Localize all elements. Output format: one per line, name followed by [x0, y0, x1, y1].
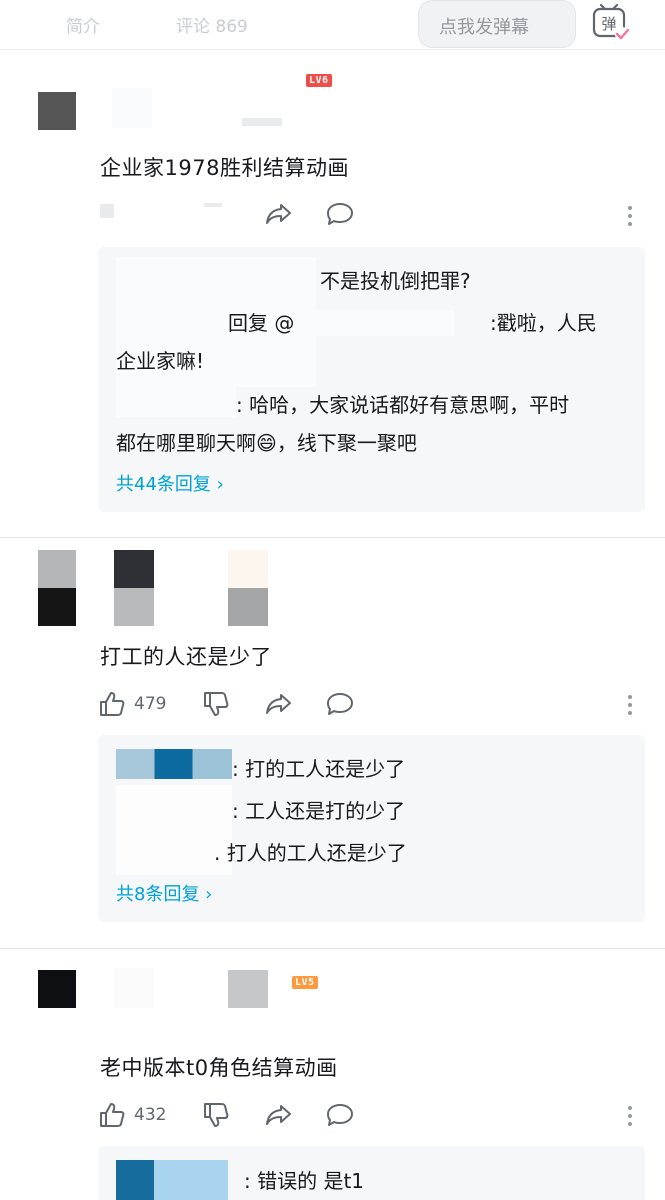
more-vertical-icon: [628, 695, 632, 715]
comment-text: 企业家1978胜利结算动画: [100, 156, 349, 180]
reply-line[interactable]: 都在哪里聊天啊😄，线下聚一聚吧: [116, 428, 417, 458]
reply-preview-box: : 打的工人还是少了 : 工人还是打的少了 . 打人的工人还是少了 共8条回复 …: [98, 735, 645, 922]
dislike-button[interactable]: [202, 1101, 230, 1129]
tab-jianjie[interactable]: 简介: [66, 12, 100, 37]
share-icon: [266, 1105, 291, 1125]
comment-actions: [98, 200, 638, 230]
more-button[interactable]: [622, 692, 638, 720]
level-badge: LV5: [292, 976, 318, 989]
danmu-icon: 弹: [592, 3, 630, 41]
comment-actions: 432: [98, 1101, 638, 1131]
username-blurred[interactable]: [114, 968, 154, 1008]
comment-text: 老中版本t0角色结算动画: [100, 1056, 338, 1080]
reply-line[interactable]: : 哈哈，大家说话都好有意思啊，平时: [236, 390, 569, 420]
share-icon: [266, 694, 291, 714]
tab-pinglun[interactable]: 评论 869: [176, 12, 248, 37]
reply-preview-box: 不是投机倒把罪? 回复 @ :戳啦，人民 企业家嘛! : 哈哈，大家说话都好有意…: [98, 247, 645, 512]
share-button[interactable]: [264, 200, 294, 228]
reply-line[interactable]: . 打人的工人还是少了: [214, 838, 407, 868]
thumbs-down-icon: [204, 1103, 229, 1127]
username-blurred[interactable]: [112, 88, 152, 128]
reply-line[interactable]: : 错误的 是t1: [244, 1166, 364, 1196]
comment-bubble-icon: [327, 203, 353, 225]
danmu-input[interactable]: 点我发弹幕: [418, 0, 576, 48]
divider: [0, 537, 665, 538]
more-button[interactable]: [622, 203, 638, 231]
reply-line[interactable]: 不是投机倒把罪?: [320, 266, 471, 296]
more-vertical-icon: [628, 206, 632, 226]
share-button[interactable]: [264, 1101, 294, 1129]
svg-text:弹: 弹: [601, 15, 616, 33]
reply-button[interactable]: [325, 690, 355, 718]
share-icon: [266, 204, 291, 224]
thumbs-down-icon: [204, 692, 229, 716]
reply-line[interactable]: 企业家嘛!: [116, 346, 204, 376]
reply-line[interactable]: :戳啦，人民: [490, 308, 597, 338]
more-vertical-icon: [628, 1106, 632, 1126]
avatar[interactable]: [38, 550, 76, 626]
thumbs-up-icon: [100, 692, 125, 716]
level-badge: LV6: [306, 74, 332, 87]
thumbs-up-icon: [100, 1103, 125, 1127]
avatar[interactable]: [38, 92, 76, 130]
reply-preview-box: : 错误的 是t1: [98, 1146, 645, 1200]
top-bar: 简介 评论 869 点我发弹幕 弹: [0, 0, 665, 50]
danmu-toggle-button[interactable]: 弹: [586, 2, 634, 46]
reply-line[interactable]: : 打的工人还是少了: [232, 754, 405, 784]
reply-line[interactable]: : 工人还是打的少了: [232, 796, 405, 826]
like-button[interactable]: 479: [98, 690, 166, 718]
avatar[interactable]: [38, 970, 76, 1008]
comment-text: 打工的人还是少了: [100, 645, 272, 669]
comment-bubble-icon: [327, 1104, 353, 1126]
reply-line[interactable]: 回复 @: [228, 308, 294, 338]
like-count: 479: [134, 694, 167, 714]
comment-bubble-icon: [327, 693, 353, 715]
view-all-replies-link[interactable]: 共44条回复 ›: [116, 470, 224, 496]
share-button[interactable]: [264, 690, 294, 718]
reply-button[interactable]: [325, 1101, 355, 1129]
view-all-replies-link[interactable]: 共8条回复 ›: [116, 880, 212, 906]
comment-actions: 479: [98, 690, 638, 720]
like-count: 432: [134, 1105, 167, 1125]
more-button[interactable]: [622, 1103, 638, 1131]
like-button[interactable]: 432: [98, 1101, 166, 1129]
username-blurred[interactable]: [114, 550, 154, 626]
dislike-button[interactable]: [202, 690, 230, 718]
reply-button[interactable]: [325, 200, 355, 228]
divider: [0, 948, 665, 949]
